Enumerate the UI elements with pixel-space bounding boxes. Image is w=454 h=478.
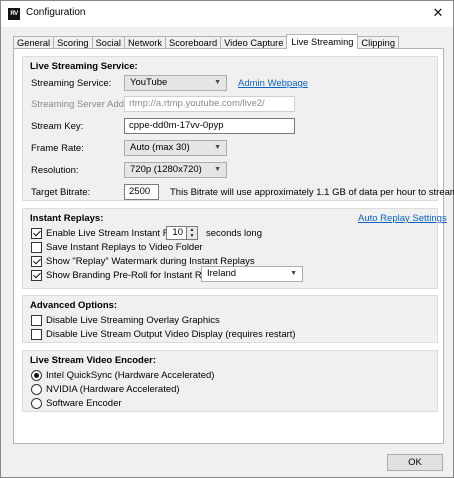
spin-down-icon[interactable]: ▼ bbox=[187, 233, 197, 239]
enable-replays-checkbox[interactable] bbox=[31, 227, 42, 239]
seconds-long-label: seconds long bbox=[206, 228, 262, 239]
encoder-software-label: Software Encoder bbox=[46, 397, 122, 409]
group-title: Advanced Options: bbox=[30, 300, 118, 311]
frame-rate-select[interactable]: Auto (max 30) ▼ bbox=[124, 140, 227, 156]
disable-output-checkbox[interactable] bbox=[31, 328, 42, 340]
save-replays-label: Save Instant Replays to Video Folder bbox=[46, 241, 203, 253]
encoder-nvidia-radio[interactable] bbox=[31, 383, 42, 395]
chevron-down-icon: ▼ bbox=[290, 270, 297, 277]
server-address-field[interactable]: rtmp://a.rtmp.youtube.com/live2/ bbox=[124, 96, 295, 112]
window-title: Configuration bbox=[26, 7, 86, 18]
resolution-value: 720p (1280x720) bbox=[130, 164, 202, 175]
close-icon: ✕ bbox=[432, 5, 444, 20]
encoder-option-quicksync: Intel QuickSync (Hardware Accelerated) bbox=[31, 369, 214, 381]
frame-rate-value: Auto (max 30) bbox=[130, 142, 190, 153]
watermark-label: Show "Replay" Watermark during Instant R… bbox=[46, 255, 255, 267]
streaming-service-value: YouTube bbox=[130, 77, 168, 88]
encoder-option-nvidia: NVIDIA (Hardware Accelerated) bbox=[31, 383, 180, 395]
encoder-quicksync-radio[interactable] bbox=[31, 369, 42, 381]
branding-checkbox[interactable] bbox=[31, 269, 42, 281]
replay-length-value: 10 bbox=[172, 227, 183, 238]
disable-overlay-label: Disable Live Streaming Overlay Graphics bbox=[46, 314, 220, 326]
target-bitrate-field[interactable]: 2500 bbox=[124, 184, 159, 200]
disable-overlay-checkbox[interactable] bbox=[31, 314, 42, 326]
group-title: Live Stream Video Encoder: bbox=[30, 355, 157, 366]
chevron-down-icon: ▼ bbox=[214, 144, 221, 151]
encoder-nvidia-label: NVIDIA (Hardware Accelerated) bbox=[46, 383, 180, 395]
instant-replays-group: Instant Replays: Auto Replay Settings En… bbox=[22, 208, 447, 289]
encoder-option-software: Software Encoder bbox=[31, 397, 122, 409]
save-replays-checkbox[interactable] bbox=[31, 241, 42, 253]
streaming-service-label: Streaming Service: bbox=[31, 78, 112, 89]
auto-replay-settings-link[interactable]: Auto Replay Settings bbox=[358, 213, 447, 224]
watermark-checkbox[interactable] bbox=[31, 255, 42, 267]
disable-output-label: Disable Live Stream Output Video Display… bbox=[46, 328, 296, 340]
save-replays-row: Save Instant Replays to Video Folder bbox=[31, 241, 203, 253]
encoder-software-radio[interactable] bbox=[31, 397, 42, 409]
group-title: Instant Replays: bbox=[30, 213, 104, 224]
branding-select[interactable]: Ireland ▼ bbox=[201, 266, 303, 282]
group-title: Live Streaming Service: bbox=[30, 61, 138, 72]
close-button[interactable]: ✕ bbox=[429, 4, 447, 22]
frame-rate-label: Frame Rate: bbox=[31, 143, 84, 154]
branding-row: Show Branding Pre-Roll for Instant Repla… bbox=[31, 269, 229, 281]
encoder-quicksync-label: Intel QuickSync (Hardware Accelerated) bbox=[46, 369, 215, 381]
disable-overlay-row: Disable Live Streaming Overlay Graphics bbox=[31, 314, 220, 326]
resolution-select[interactable]: 720p (1280x720) ▼ bbox=[124, 162, 227, 178]
stream-key-field[interactable]: cppe-dd0m-17vv-0pyp bbox=[124, 118, 295, 134]
streaming-service-select[interactable]: YouTube ▼ bbox=[124, 75, 227, 91]
resolution-label: Resolution: bbox=[31, 165, 79, 176]
streaming-service-group: Live Streaming Service: Streaming Servic… bbox=[22, 56, 454, 201]
title-bar: RV Configuration ✕ bbox=[1, 1, 453, 27]
configuration-window: RV Configuration ✕ General Scoring Socia… bbox=[0, 0, 454, 478]
target-bitrate-label: Target Bitrate: bbox=[31, 187, 91, 198]
stream-key-label: Stream Key: bbox=[31, 121, 84, 132]
branding-value: Ireland bbox=[207, 268, 237, 279]
replay-length-stepper[interactable]: 10 ▲ ▼ bbox=[166, 226, 198, 240]
ok-button[interactable]: OK bbox=[387, 454, 443, 471]
video-encoder-group: Live Stream Video Encoder: Intel QuickSy… bbox=[22, 350, 438, 412]
app-icon: RV bbox=[8, 8, 20, 20]
tab-strip: General Scoring Social Network Scoreboar… bbox=[13, 34, 400, 49]
chevron-down-icon: ▼ bbox=[214, 166, 221, 173]
tab-live-streaming[interactable]: Live Streaming bbox=[286, 34, 359, 49]
live-streaming-panel: Live Streaming Service: Streaming Servic… bbox=[13, 48, 454, 444]
bitrate-note: This Bitrate will use approximately 1.1 … bbox=[170, 187, 454, 198]
admin-webpage-link[interactable]: Admin Webpage bbox=[238, 78, 308, 89]
disable-output-row: Disable Live Stream Output Video Display… bbox=[31, 328, 296, 340]
advanced-options-group: Advanced Options: Disable Live Streaming… bbox=[22, 295, 438, 343]
chevron-down-icon: ▼ bbox=[214, 79, 221, 86]
